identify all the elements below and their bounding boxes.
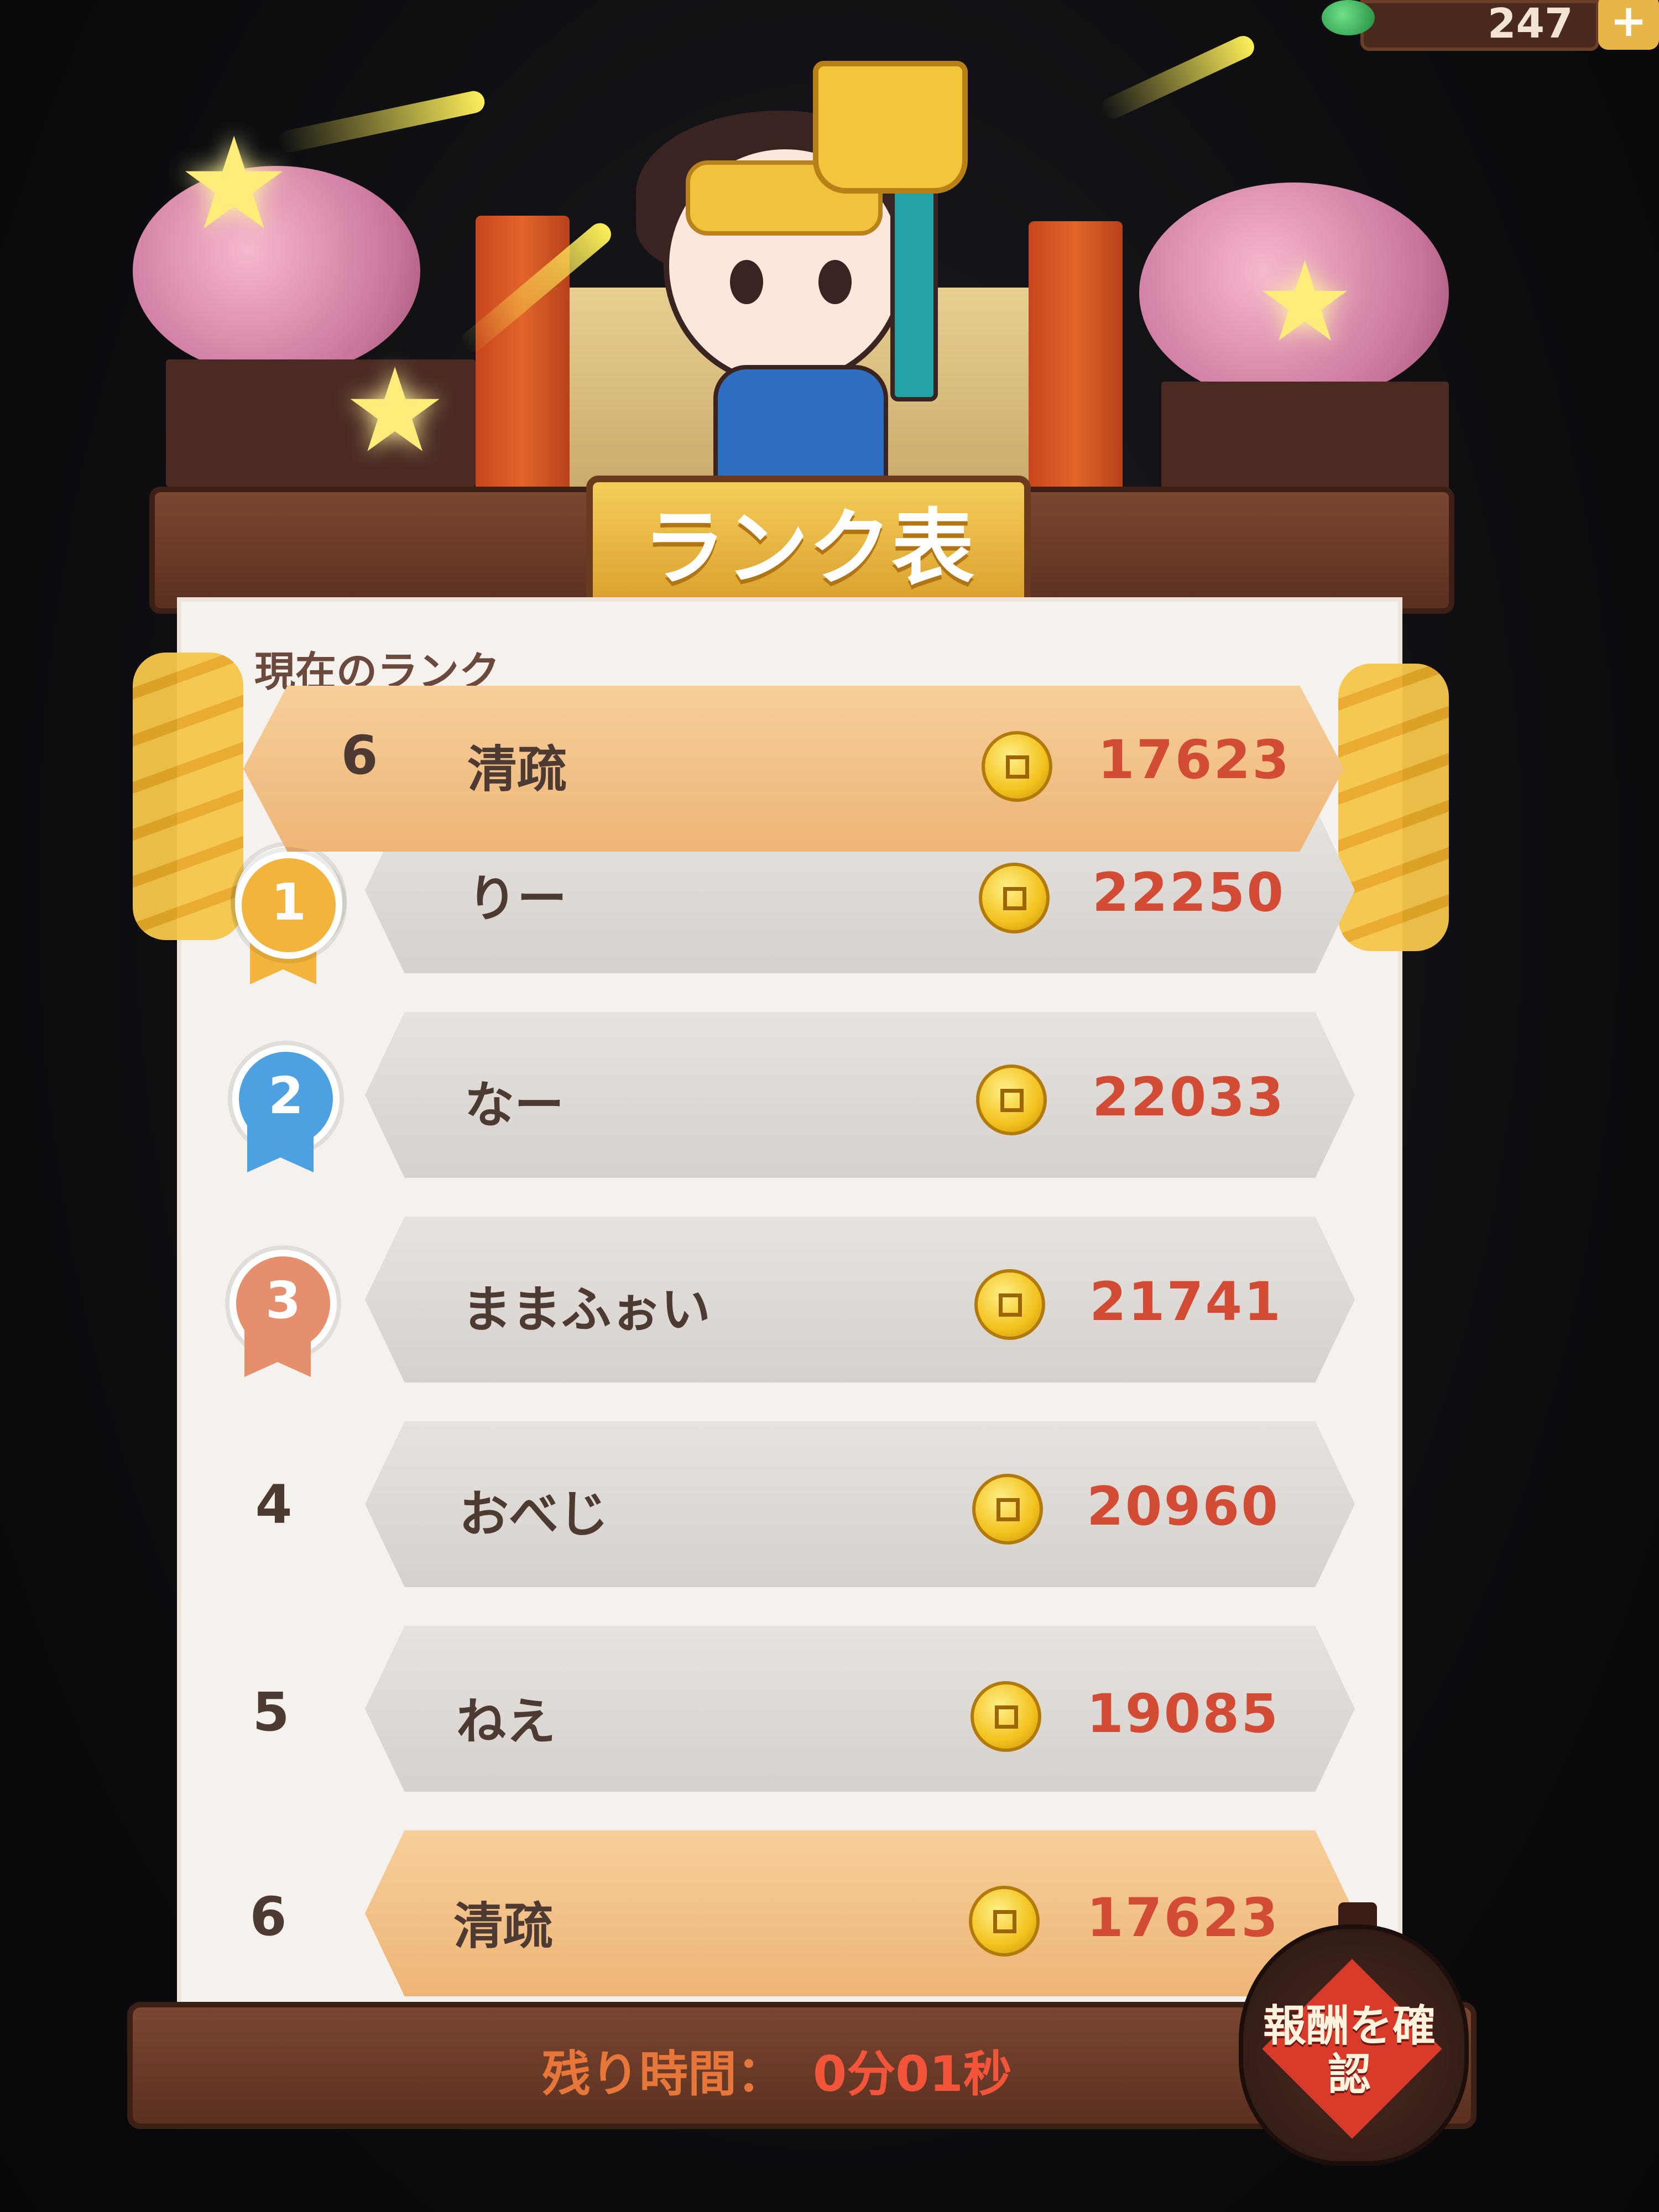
- page-title: ランク表: [642, 500, 974, 597]
- star-icon: ★: [177, 111, 291, 258]
- leaderboard-score: 22250: [1092, 862, 1285, 924]
- currency-value: 247: [1488, 0, 1573, 48]
- corn-decoration-left: [133, 653, 243, 940]
- leaderboard-name: 清疏: [453, 1897, 553, 1955]
- coin-icon: [969, 1886, 1040, 1957]
- leaderboard-score: 17623: [1087, 1887, 1280, 1949]
- leaderboard-score: 20960: [1087, 1475, 1280, 1537]
- shovel-icon: [813, 61, 968, 194]
- corn-decoration-right: [1338, 664, 1449, 951]
- coin-icon: [971, 1681, 1041, 1752]
- leaderboard-name: りー: [467, 870, 567, 928]
- gold-medal-icon: 1: [235, 852, 342, 959]
- leaderboard-name: おべじ: [459, 1485, 608, 1543]
- timer-value: 0分01秒: [813, 2046, 1012, 2103]
- current-rank-number: 6: [341, 724, 378, 786]
- coin-icon: [974, 1269, 1045, 1340]
- reward-button-label[interactable]: 報酬を確認: [1255, 2002, 1443, 2099]
- star-icon: ★: [1255, 238, 1355, 367]
- character-eye: [730, 260, 763, 304]
- pillar-right: [1029, 221, 1123, 503]
- leaderboard-name: なー: [465, 1076, 564, 1134]
- leaderboard-rank: 5: [252, 1681, 290, 1743]
- current-rank-name: 清疏: [467, 740, 567, 799]
- timer-label: 残り時間：: [542, 2046, 786, 2103]
- coin-icon: [982, 731, 1052, 802]
- light-streak: [276, 88, 487, 155]
- add-currency-button[interactable]: +: [1598, 0, 1659, 50]
- light-streak: [1098, 32, 1258, 123]
- coin-icon: [972, 1474, 1043, 1545]
- leaderboard-rank: 6: [249, 1886, 287, 1948]
- current-rank-score: 17623: [1098, 729, 1291, 791]
- shovel-handle: [890, 160, 938, 401]
- leaderboard-score: 21741: [1089, 1271, 1282, 1333]
- character-eye: [818, 260, 852, 304]
- star-icon: ★: [343, 343, 447, 478]
- leaderboard-score: 19085: [1087, 1683, 1280, 1745]
- leaderboard-rank: 4: [255, 1474, 293, 1536]
- leaderboard-name: ままふぉい: [462, 1281, 711, 1339]
- leaderboard-name: ねえ: [456, 1693, 556, 1751]
- fence-right: [1161, 382, 1449, 492]
- leaderboard-score: 22033: [1092, 1066, 1285, 1128]
- coin-icon: [976, 1065, 1047, 1135]
- coin-icon: [979, 863, 1050, 933]
